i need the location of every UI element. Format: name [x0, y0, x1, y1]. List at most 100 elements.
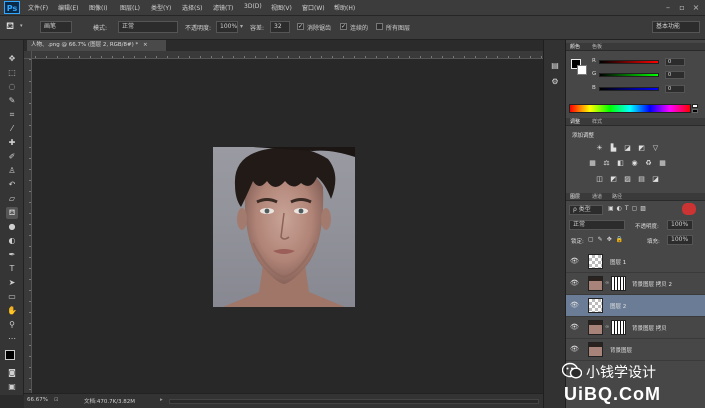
- layer-filter-select[interactable]: ρ 类型: [569, 205, 603, 215]
- eye-icon[interactable]: 👁: [570, 257, 579, 266]
- crop-tool-icon[interactable]: ⌗: [6, 109, 18, 121]
- layer-mask-thumbnail[interactable]: [611, 276, 626, 291]
- threshold-icon[interactable]: ▨: [623, 175, 632, 184]
- filter-toggle[interactable]: [682, 203, 696, 215]
- channel-b-input[interactable]: 0: [665, 85, 685, 93]
- tolerance-input[interactable]: 32: [270, 21, 290, 33]
- menu-edit[interactable]: 编辑(E): [58, 3, 78, 12]
- layer-row[interactable]: 👁 ∞ 背景图层 拷贝: [566, 317, 705, 339]
- tab-styles[interactable]: 样式: [592, 118, 602, 126]
- properties-panel-icon[interactable]: ⚙: [549, 76, 561, 88]
- color-lookup-icon[interactable]: ▦: [658, 159, 667, 168]
- path-select-tool-icon[interactable]: ➤: [6, 277, 18, 289]
- close-icon[interactable]: ×: [691, 3, 701, 12]
- horizontal-scrollbar[interactable]: [169, 399, 539, 404]
- curves-icon[interactable]: ◪: [623, 144, 632, 153]
- blur-tool-icon[interactable]: ●: [6, 221, 18, 233]
- dodge-tool-icon[interactable]: ◐: [6, 235, 18, 247]
- portrait-photo[interactable]: [213, 147, 355, 307]
- fill-input[interactable]: 100%: [667, 235, 693, 245]
- tab-adjustments[interactable]: 调整: [570, 118, 580, 126]
- close-icon[interactable]: ×: [143, 42, 148, 48]
- menu-3d[interactable]: 3D(D): [244, 3, 262, 10]
- tab-paths[interactable]: 路径: [612, 193, 622, 201]
- channel-r-input[interactable]: 0: [665, 58, 685, 66]
- color-balance-icon[interactable]: ⚖: [602, 159, 611, 168]
- contiguous-checkbox[interactable]: ✓: [340, 23, 347, 30]
- eye-icon[interactable]: 👁: [570, 301, 579, 310]
- layer-mask-thumbnail[interactable]: [611, 320, 626, 335]
- channel-g-input[interactable]: 0: [665, 71, 685, 79]
- layer-row[interactable]: 👁 图层 1: [566, 251, 705, 273]
- document-tab[interactable]: 人物、.png @ 66.7% (图层 2, RGB/8#) * ×: [27, 40, 166, 51]
- eye-icon[interactable]: 👁: [570, 323, 579, 332]
- chevron-down-icon[interactable]: ▾: [20, 23, 23, 29]
- exposure-icon[interactable]: ◩: [637, 144, 646, 153]
- brush-tool-icon[interactable]: ✐: [6, 151, 18, 163]
- history-panel-icon[interactable]: ▤: [549, 60, 561, 72]
- eyedropper-tool-icon[interactable]: ⁄: [6, 123, 18, 135]
- menu-window[interactable]: 窗口(W): [302, 3, 325, 12]
- zoom-tool-icon[interactable]: ⚲: [6, 319, 18, 331]
- hand-tool-icon[interactable]: ✋: [6, 305, 18, 317]
- menu-type[interactable]: 类型(Y): [151, 3, 171, 12]
- gradient-map-icon[interactable]: ▤: [637, 175, 646, 184]
- antialias-checkbox[interactable]: ✓: [297, 23, 304, 30]
- menu-filter[interactable]: 滤镜(T): [213, 3, 233, 12]
- tab-color[interactable]: 颜色: [570, 43, 580, 51]
- marquee-tool-icon[interactable]: ⬚: [6, 67, 18, 79]
- type-tool-icon[interactable]: T: [6, 263, 18, 275]
- layer-row[interactable]: 👁 ∞ 背景图层 拷贝 2: [566, 273, 705, 295]
- hue-saturation-icon[interactable]: ▦: [588, 159, 597, 168]
- background-color-swatch[interactable]: [577, 65, 587, 75]
- minimize-icon[interactable]: –: [663, 3, 673, 12]
- status-options-icon[interactable]: ⊡: [54, 397, 59, 403]
- filter-icons[interactable]: ▣◐T▢▨: [608, 205, 649, 212]
- horizontal-ruler[interactable]: [24, 51, 543, 59]
- history-brush-tool-icon[interactable]: ↶: [6, 179, 18, 191]
- color-spectrum[interactable]: [569, 104, 691, 113]
- paint-bucket-tool-icon[interactable]: ⛾: [6, 207, 18, 219]
- link-icon[interactable]: ∞: [605, 324, 609, 330]
- foreground-color-swatch[interactable]: [5, 350, 15, 360]
- vertical-ruler[interactable]: [24, 59, 32, 393]
- brightness-icon[interactable]: ☀: [595, 144, 604, 153]
- ruler-origin[interactable]: [24, 51, 32, 59]
- tab-swatches[interactable]: 色板: [592, 43, 602, 51]
- layer-opacity-input[interactable]: 100%: [667, 220, 693, 230]
- menu-image[interactable]: 图像(I): [89, 3, 107, 12]
- photo-filter-icon[interactable]: ◉: [630, 159, 639, 168]
- clone-stamp-tool-icon[interactable]: ♙: [6, 165, 18, 177]
- quick-select-tool-icon[interactable]: ✎: [6, 95, 18, 107]
- fill-source-select[interactable]: 画笔: [40, 21, 72, 33]
- tab-channels[interactable]: 通道: [592, 193, 602, 201]
- black-white-icon[interactable]: ◧: [616, 159, 625, 168]
- channel-r-slider[interactable]: [599, 60, 659, 64]
- eye-icon[interactable]: 👁: [570, 279, 579, 288]
- maximize-icon[interactable]: ▫: [677, 3, 687, 12]
- menu-file[interactable]: 文件(F): [28, 3, 48, 12]
- lock-icons[interactable]: ▢✎✥🔒: [588, 236, 627, 243]
- channel-b-slider[interactable]: [599, 87, 659, 91]
- levels-icon[interactable]: ▙: [609, 144, 618, 153]
- chevron-right-icon[interactable]: ▸: [160, 397, 163, 403]
- opacity-input[interactable]: 100%: [216, 21, 238, 33]
- chevron-down-icon[interactable]: ▾: [240, 23, 243, 30]
- pen-tool-icon[interactable]: ✒: [6, 249, 18, 261]
- tab-layers[interactable]: 图层: [570, 193, 580, 201]
- move-tool-icon[interactable]: ✥: [6, 53, 18, 65]
- lasso-tool-icon[interactable]: ◌: [6, 81, 18, 93]
- channel-mixer-icon[interactable]: ♻: [644, 159, 653, 168]
- eraser-tool-icon[interactable]: ▱: [6, 193, 18, 205]
- workspace-select[interactable]: 基本功能: [652, 21, 700, 33]
- vibrance-icon[interactable]: ▽: [651, 144, 660, 153]
- screen-mode-icon[interactable]: ▣: [6, 381, 18, 393]
- more-tools-icon[interactable]: ⋯: [6, 333, 18, 345]
- menu-view[interactable]: 视图(V): [271, 3, 292, 12]
- layer-row-selected[interactable]: 👁 图层 2: [566, 295, 705, 317]
- link-icon[interactable]: ∞: [605, 280, 609, 286]
- blend-mode-select[interactable]: 正常: [569, 220, 625, 230]
- posterize-icon[interactable]: ◩: [609, 175, 618, 184]
- eye-icon[interactable]: 👁: [570, 345, 579, 354]
- healing-tool-icon[interactable]: ✚: [6, 137, 18, 149]
